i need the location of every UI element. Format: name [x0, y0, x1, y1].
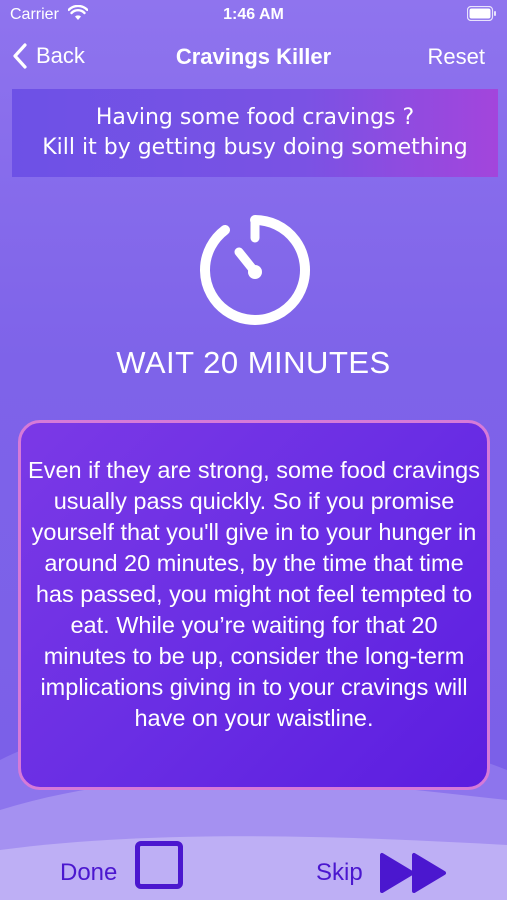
- chevron-left-icon: [13, 43, 27, 69]
- tip-card: Even if they are strong, some food cravi…: [18, 420, 490, 790]
- done-label[interactable]: Done: [60, 859, 117, 887]
- done-checkbox[interactable]: [135, 841, 183, 889]
- status-bar: Carrier 1:46 AM: [0, 0, 507, 30]
- bottom-actions: Done Skip: [0, 835, 507, 900]
- back-button[interactable]: Back: [12, 43, 85, 69]
- clock: 1:46 AM: [223, 6, 284, 23]
- skip-label[interactable]: Skip: [316, 859, 363, 887]
- tip-body: Even if they are strong, some food cravi…: [28, 457, 480, 731]
- reset-button[interactable]: Reset: [428, 44, 485, 70]
- back-label: Back: [36, 43, 85, 68]
- battery-icon: [467, 6, 496, 21]
- banner-line-2: Kill it by getting busy doing something: [42, 135, 468, 160]
- fast-forward-icon[interactable]: [378, 851, 450, 895]
- tip-title: WAIT 20 MINUTES: [116, 345, 391, 380]
- navigation-bar: Back Cravings Killer Reset: [0, 30, 507, 86]
- banner: Having some food cravings ? Kill it by g…: [12, 89, 498, 177]
- banner-line-1: Having some food cravings ?: [95, 105, 415, 130]
- stopwatch-icon: [200, 215, 310, 325]
